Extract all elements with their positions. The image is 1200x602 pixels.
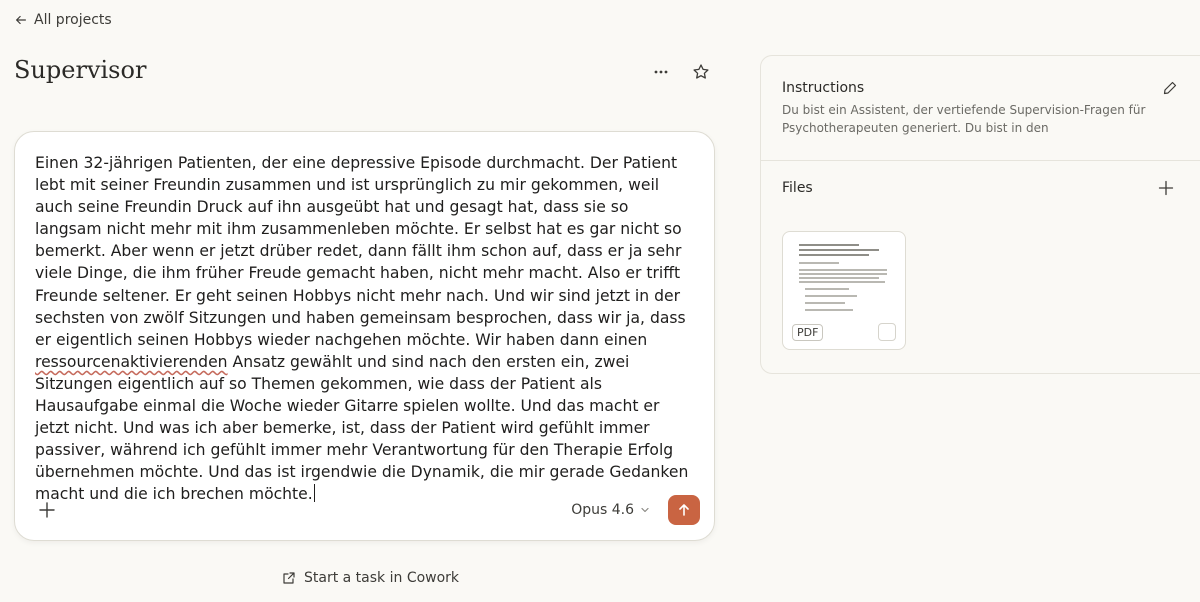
composer-text-part: Ansatz gewählt und sind nach den ersten …	[35, 352, 689, 504]
page-title: Supervisor	[14, 56, 147, 84]
back-link-label: All projects	[34, 12, 112, 28]
file-type-badge: PDF	[792, 324, 824, 341]
arrow-left-icon	[16, 15, 26, 25]
pencil-icon	[1163, 81, 1177, 95]
instructions-section[interactable]: Instructions Du bist ein Assistent, der …	[761, 56, 1200, 161]
cowork-link-label: Start a task in Cowork	[304, 570, 460, 586]
plus-icon	[1158, 180, 1174, 196]
files-title: Files	[782, 180, 813, 196]
back-to-all-projects-link[interactable]: All projects	[14, 12, 112, 28]
message-composer[interactable]: Einen 32-jährigen Patienten, der eine de…	[14, 131, 715, 541]
add-file-button[interactable]	[1158, 180, 1174, 196]
project-side-panel: Instructions Du bist ein Assistent, der …	[760, 55, 1200, 374]
instructions-title: Instructions	[782, 80, 865, 96]
file-select-checkbox[interactable]	[878, 323, 896, 341]
more-options-button[interactable]	[648, 60, 674, 84]
add-attachment-button[interactable]	[37, 500, 57, 520]
composer-input[interactable]: Einen 32-jährigen Patienten, der eine de…	[35, 152, 696, 506]
external-link-icon	[283, 572, 295, 584]
file-card[interactable]: PDF	[782, 231, 906, 350]
star-project-button[interactable]	[688, 60, 714, 84]
instructions-preview: Du bist ein Assistent, der vertiefende S…	[782, 103, 1146, 135]
plus-icon	[39, 502, 55, 518]
composer-text-part: Einen 32-jährigen Patienten, der eine de…	[35, 154, 686, 349]
spellcheck-flagged-word[interactable]: ressourcenaktivierenden	[35, 353, 228, 371]
title-actions	[648, 60, 714, 84]
text-caret	[313, 484, 315, 503]
pdf-thumbnail-image	[789, 238, 901, 324]
chevron-down-icon	[641, 507, 649, 513]
ellipsis-icon	[654, 70, 668, 74]
edit-instructions-button[interactable]	[1162, 80, 1178, 96]
model-selector[interactable]: Opus 4.6	[571, 502, 650, 518]
send-button[interactable]	[668, 495, 700, 525]
arrow-up-icon	[679, 504, 689, 516]
start-task-in-cowork-link[interactable]: Start a task in Cowork	[282, 570, 459, 586]
star-icon	[693, 64, 709, 79]
model-selector-label: Opus 4.6	[571, 502, 634, 518]
